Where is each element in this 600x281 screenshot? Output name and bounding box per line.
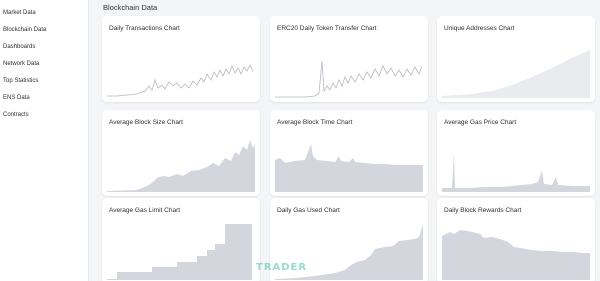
chart-card-daily-block-rewards[interactable]: Daily Block Rewards Chart [437,198,595,281]
sparkline-average-block-size [107,140,255,192]
sidebar-item-ens-data[interactable]: ENS Data [3,95,30,101]
sparkline-erc20-transfer [275,60,423,98]
card-title: Average Block Size Chart [109,119,183,126]
card-title: Daily Transactions Chart [109,25,180,32]
sparkline-path [107,64,254,97]
sidebar-item-contracts[interactable]: Contracts [3,112,29,118]
sidebar-item-network-data[interactable]: Network Data [3,61,39,67]
sparkline-unique-addresses [442,50,590,98]
sparkline-average-gas-price [442,152,590,192]
card-title: Unique Addresses Chart [444,25,515,32]
chart-card-average-gas-limit[interactable]: Average Gas Limit Chart [102,198,260,281]
chart-card-erc20-daily-token-transfer[interactable]: ERC20 Daily Token Transfer Chart [270,16,428,102]
card-title: Daily Gas Used Chart [277,207,340,214]
watermark-logo: TRADER [256,262,308,273]
chart-card-unique-addresses[interactable]: Unique Addresses Chart [437,16,595,102]
sidebar-item-blockchain-data[interactable]: Blockchain Data [3,27,46,33]
sparkline-daily-block-rewards [442,230,590,280]
sparkline-daily-transactions [107,64,254,97]
sparkline-area [107,224,252,280]
sidebar: Market Data Blockchain Data Dashboards N… [0,0,89,281]
chart-card-average-block-time[interactable]: Average Block Time Chart [270,110,428,196]
sidebar-item-market-data[interactable]: Market Data [3,10,36,16]
card-title: ERC20 Daily Token Transfer Chart [277,25,377,32]
sparkline-average-gas-limit [107,224,252,280]
sparkline-area [442,152,590,192]
sidebar-item-dashboards[interactable]: Dashboards [3,44,35,50]
card-title: Daily Block Rewards Chart [444,207,522,214]
card-title: Average Gas Price Chart [444,119,517,126]
chart-card-average-gas-price[interactable]: Average Gas Price Chart [437,110,595,196]
chart-card-average-block-size[interactable]: Average Block Size Chart [102,110,260,196]
sparkline-area [442,50,590,98]
sparkline-area [442,230,590,280]
chart-card-daily-transactions[interactable]: Daily Transactions Chart [102,16,260,102]
sparkline-area [107,140,255,192]
sidebar-item-top-statistics[interactable]: Top Statistics [3,78,38,84]
sparkline-path [275,60,423,98]
page-title: Blockchain Data [103,3,158,12]
card-title: Average Gas Limit Chart [109,207,181,214]
card-title: Average Block Time Chart [277,119,353,126]
sparkline-average-block-time [275,144,423,192]
sparkline-area [275,144,423,192]
